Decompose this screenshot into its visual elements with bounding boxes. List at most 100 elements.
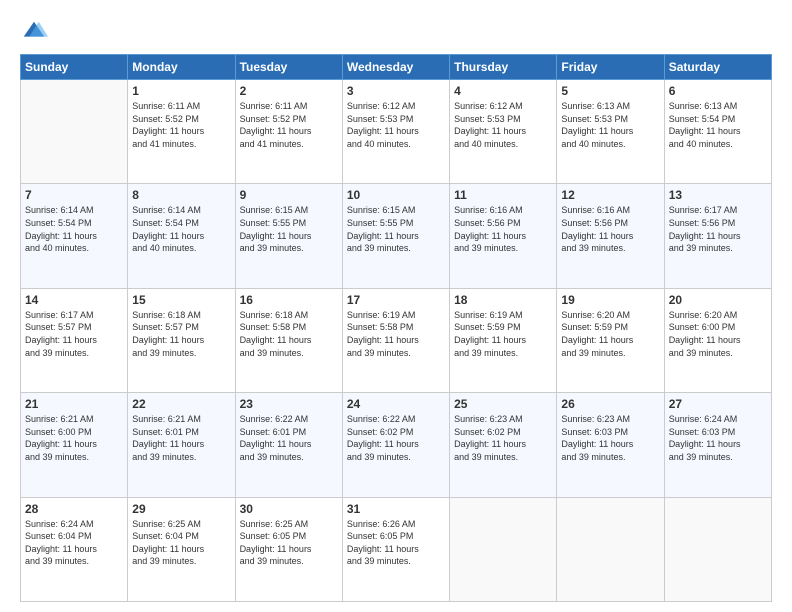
- day-number: 7: [25, 188, 123, 202]
- day-cell: 17 Sunrise: 6:19 AM Sunset: 5:58 PM Dayli…: [342, 288, 449, 392]
- day-number: 5: [561, 84, 659, 98]
- day-info: Sunrise: 6:11 AM Sunset: 5:52 PM Dayligh…: [240, 100, 338, 150]
- day-info: Sunrise: 6:17 AM Sunset: 5:57 PM Dayligh…: [25, 309, 123, 359]
- day-cell: 10Sunrise: 6:15 AM Sunset: 5:55 PM Dayli…: [342, 184, 449, 288]
- day-info: Sunrise: 6:11 AM Sunset: 5:52 PM Dayligh…: [132, 100, 230, 150]
- weekday-header-thursday: Thursday: [450, 55, 557, 80]
- day-cell: 11Sunrise: 6:16 AM Sunset: 5:56 PM Dayli…: [450, 184, 557, 288]
- day-number: 13: [669, 188, 767, 202]
- day-cell: [21, 80, 128, 184]
- day-info: Sunrise: 6:21 AM Sunset: 6:01 PM Dayligh…: [132, 413, 230, 463]
- day-cell: 23 Sunrise: 6:22 AM Sunset: 6:01 PM Dayli…: [235, 393, 342, 497]
- day-cell: 9 Sunrise: 6:15 AM Sunset: 5:55 PM Daylig…: [235, 184, 342, 288]
- weekday-header-wednesday: Wednesday: [342, 55, 449, 80]
- day-info: Sunrise: 6:23 AM Sunset: 6:03 PM Dayligh…: [561, 413, 659, 463]
- day-cell: 13 Sunrise: 6:17 AM Sunset: 5:56 PM Dayli…: [664, 184, 771, 288]
- day-number: 2: [240, 84, 338, 98]
- day-number: 30: [240, 502, 338, 516]
- day-number: 23: [240, 397, 338, 411]
- day-cell: 21 Sunrise: 6:21 AM Sunset: 6:00 PM Dayli…: [21, 393, 128, 497]
- day-number: 1: [132, 84, 230, 98]
- day-number: 27: [669, 397, 767, 411]
- day-info: Sunrise: 6:17 AM Sunset: 5:56 PM Dayligh…: [669, 204, 767, 254]
- day-number: 9: [240, 188, 338, 202]
- day-number: 26: [561, 397, 659, 411]
- day-cell: 12 Sunrise: 6:16 AM Sunset: 5:56 PM Dayli…: [557, 184, 664, 288]
- day-info: Sunrise: 6:20 AM Sunset: 5:59 PM Dayligh…: [561, 309, 659, 359]
- day-cell: 16 Sunrise: 6:18 AM Sunset: 5:58 PM Dayli…: [235, 288, 342, 392]
- day-info: Sunrise: 6:19 AM Sunset: 5:59 PM Dayligh…: [454, 309, 552, 359]
- day-info: Sunrise: 6:15 AM Sunset: 5:55 PM Dayligh…: [347, 204, 445, 254]
- header: [20, 18, 772, 46]
- weekday-header-monday: Monday: [128, 55, 235, 80]
- week-row-4: 21 Sunrise: 6:21 AM Sunset: 6:00 PM Dayli…: [21, 393, 772, 497]
- day-cell: 8Sunrise: 6:14 AM Sunset: 5:54 PM Daylig…: [128, 184, 235, 288]
- weekday-header-tuesday: Tuesday: [235, 55, 342, 80]
- day-number: 20: [669, 293, 767, 307]
- logo: [20, 18, 52, 46]
- calendar-table: SundayMondayTuesdayWednesdayThursdayFrid…: [20, 54, 772, 602]
- day-info: Sunrise: 6:18 AM Sunset: 5:58 PM Dayligh…: [240, 309, 338, 359]
- day-number: 16: [240, 293, 338, 307]
- weekday-header-friday: Friday: [557, 55, 664, 80]
- weekday-header-saturday: Saturday: [664, 55, 771, 80]
- day-cell: 28 Sunrise: 6:24 AM Sunset: 6:04 PM Dayli…: [21, 497, 128, 601]
- page: SundayMondayTuesdayWednesdayThursdayFrid…: [0, 0, 792, 612]
- day-info: Sunrise: 6:26 AM Sunset: 6:05 PM Dayligh…: [347, 518, 445, 568]
- day-number: 31: [347, 502, 445, 516]
- weekday-header-row: SundayMondayTuesdayWednesdayThursdayFrid…: [21, 55, 772, 80]
- logo-icon: [20, 18, 48, 46]
- day-number: 28: [25, 502, 123, 516]
- day-info: Sunrise: 6:13 AM Sunset: 5:53 PM Dayligh…: [561, 100, 659, 150]
- day-number: 25: [454, 397, 552, 411]
- day-cell: 27Sunrise: 6:24 AM Sunset: 6:03 PM Dayli…: [664, 393, 771, 497]
- day-info: Sunrise: 6:25 AM Sunset: 6:05 PM Dayligh…: [240, 518, 338, 568]
- day-cell: 20 Sunrise: 6:20 AM Sunset: 6:00 PM Dayli…: [664, 288, 771, 392]
- day-cell: [664, 497, 771, 601]
- day-cell: 29 Sunrise: 6:25 AM Sunset: 6:04 PM Dayli…: [128, 497, 235, 601]
- day-cell: 5 Sunrise: 6:13 AM Sunset: 5:53 PM Daylig…: [557, 80, 664, 184]
- day-number: 29: [132, 502, 230, 516]
- day-number: 21: [25, 397, 123, 411]
- day-cell: 4 Sunrise: 6:12 AM Sunset: 5:53 PM Daylig…: [450, 80, 557, 184]
- day-cell: [450, 497, 557, 601]
- day-info: Sunrise: 6:22 AM Sunset: 6:01 PM Dayligh…: [240, 413, 338, 463]
- day-cell: 19Sunrise: 6:20 AM Sunset: 5:59 PM Dayli…: [557, 288, 664, 392]
- day-cell: 24 Sunrise: 6:22 AM Sunset: 6:02 PM Dayli…: [342, 393, 449, 497]
- day-number: 4: [454, 84, 552, 98]
- day-info: Sunrise: 6:25 AM Sunset: 6:04 PM Dayligh…: [132, 518, 230, 568]
- day-number: 12: [561, 188, 659, 202]
- day-info: Sunrise: 6:21 AM Sunset: 6:00 PM Dayligh…: [25, 413, 123, 463]
- day-cell: 2 Sunrise: 6:11 AM Sunset: 5:52 PM Daylig…: [235, 80, 342, 184]
- day-info: Sunrise: 6:24 AM Sunset: 6:04 PM Dayligh…: [25, 518, 123, 568]
- day-cell: 7 Sunrise: 6:14 AM Sunset: 5:54 PM Daylig…: [21, 184, 128, 288]
- day-number: 22: [132, 397, 230, 411]
- week-row-2: 7 Sunrise: 6:14 AM Sunset: 5:54 PM Daylig…: [21, 184, 772, 288]
- day-cell: 30 Sunrise: 6:25 AM Sunset: 6:05 PM Dayli…: [235, 497, 342, 601]
- day-info: Sunrise: 6:16 AM Sunset: 5:56 PM Dayligh…: [561, 204, 659, 254]
- day-number: 6: [669, 84, 767, 98]
- day-cell: 22 Sunrise: 6:21 AM Sunset: 6:01 PM Dayli…: [128, 393, 235, 497]
- day-info: Sunrise: 6:13 AM Sunset: 5:54 PM Dayligh…: [669, 100, 767, 150]
- day-cell: 1 Sunrise: 6:11 AM Sunset: 5:52 PM Daylig…: [128, 80, 235, 184]
- day-info: Sunrise: 6:19 AM Sunset: 5:58 PM Dayligh…: [347, 309, 445, 359]
- day-info: Sunrise: 6:22 AM Sunset: 6:02 PM Dayligh…: [347, 413, 445, 463]
- week-row-5: 28 Sunrise: 6:24 AM Sunset: 6:04 PM Dayli…: [21, 497, 772, 601]
- week-row-1: 1 Sunrise: 6:11 AM Sunset: 5:52 PM Daylig…: [21, 80, 772, 184]
- day-info: Sunrise: 6:20 AM Sunset: 6:00 PM Dayligh…: [669, 309, 767, 359]
- day-number: 24: [347, 397, 445, 411]
- day-info: Sunrise: 6:12 AM Sunset: 5:53 PM Dayligh…: [454, 100, 552, 150]
- day-number: 18: [454, 293, 552, 307]
- day-cell: 6 Sunrise: 6:13 AM Sunset: 5:54 PM Daylig…: [664, 80, 771, 184]
- day-cell: 14Sunrise: 6:17 AM Sunset: 5:57 PM Dayli…: [21, 288, 128, 392]
- day-info: Sunrise: 6:14 AM Sunset: 5:54 PM Dayligh…: [132, 204, 230, 254]
- day-number: 17: [347, 293, 445, 307]
- day-cell: [557, 497, 664, 601]
- day-cell: 3Sunrise: 6:12 AM Sunset: 5:53 PM Daylig…: [342, 80, 449, 184]
- day-info: Sunrise: 6:16 AM Sunset: 5:56 PM Dayligh…: [454, 204, 552, 254]
- day-info: Sunrise: 6:14 AM Sunset: 5:54 PM Dayligh…: [25, 204, 123, 254]
- day-info: Sunrise: 6:23 AM Sunset: 6:02 PM Dayligh…: [454, 413, 552, 463]
- week-row-3: 14Sunrise: 6:17 AM Sunset: 5:57 PM Dayli…: [21, 288, 772, 392]
- day-info: Sunrise: 6:15 AM Sunset: 5:55 PM Dayligh…: [240, 204, 338, 254]
- day-number: 15: [132, 293, 230, 307]
